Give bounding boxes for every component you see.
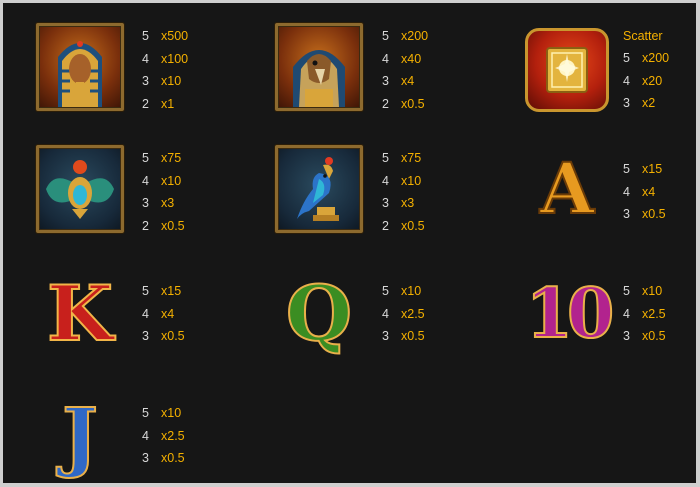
payout-row: 3 x0.5 [142,329,185,343]
payout-row: 3 x4 [382,74,415,88]
payout-row: 3 x10 [142,74,182,88]
book-scatter-payouts: Scatter 5 x200 4 x20 3 x2 [623,25,700,115]
bird-payouts: 5 x75 4 x10 3 x3 2 x0.5 [382,147,462,237]
payout-row: 4 x2.5 [142,428,185,443]
letter-j-symbol: J [34,390,126,482]
scatter-label: Scatter [623,29,663,43]
bird-statue-icon [275,145,363,233]
scarab-symbol [34,143,126,235]
letter-q-icon: Q [285,269,353,358]
letter-j-payouts: 5 x10 4 x2.5 3 x0.5 [142,402,222,470]
scarab-icon [36,145,124,233]
payout-row: 5 x10 [382,284,422,298]
payout-row: 4 x10 [142,173,182,188]
falcon-god-payouts: 5 x200 4 x40 3 x4 2 x0.5 [382,25,462,115]
number-10-symbol: 10 [521,268,616,360]
letter-j-icon: J [61,391,99,480]
payout-row: 5 x200 [382,29,429,43]
bird-symbol [273,143,365,235]
payout-row: 4 x2.5 [382,306,425,321]
pharaoh-icon [36,23,124,111]
book-scatter-symbol [521,24,613,116]
payout-row: 5 x10 [142,406,182,420]
payout-row: 3 x3 [142,196,175,210]
paytable-panel: 5 x500 4 x100 3 x10 2 x1 5 x200 4 x40 3 x4 2 x0.… [3,3,696,483]
scarab-payouts: 5 x75 4 x10 3 x3 2 x0.5 [142,147,222,237]
payout-row: 4 x10 [382,173,422,188]
payout-row: 5 x500 [142,29,189,43]
number-10-icon: 10 [525,274,616,354]
payout-row: 4 x4 [142,306,175,321]
payout-row: 4 x100 [142,51,189,66]
payout-row: 4 x40 [382,51,422,66]
payout-row: 5 x15 [623,162,663,176]
payout-row: 4 x20 [623,73,663,88]
payout-row: 2 x0.5 [142,218,185,233]
payout-row: 3 x2 [623,96,656,110]
payout-row: 3 x0.5 [142,451,185,465]
payout-row: 3 x3 [382,196,415,210]
payout-row: 4 x4 [623,184,656,199]
payout-row: 4 x2.5 [623,306,666,321]
letter-k-payouts: 5 x15 4 x4 3 x0.5 [142,280,222,348]
payout-row: 5 x75 [142,151,182,165]
letter-a-symbol: A [521,143,613,235]
payout-row: 5 x15 [142,284,182,298]
falcon-god-symbol [273,21,365,113]
pharaoh-payouts: 5 x500 4 x100 3 x10 2 x1 [142,25,222,115]
letter-k-symbol: K [34,268,126,360]
payout-row: 3 x0.5 [623,329,666,343]
horus-icon [275,23,363,111]
letter-a-payouts: 5 x15 4 x4 3 x0.5 [623,158,700,226]
payout-row: 5 x200 [623,51,670,65]
letter-a-icon: A [539,147,595,230]
payout-row: 3 x0.5 [623,207,666,221]
letter-q-payouts: 5 x10 4 x2.5 3 x0.5 [382,280,462,348]
payout-row: 2 x1 [142,96,175,111]
letter-k-icon: K [46,269,114,358]
letter-q-symbol: Q [273,268,365,360]
pharaoh-symbol [34,21,126,113]
payout-row: 2 x0.5 [382,96,425,111]
payout-row: 3 x0.5 [382,329,425,343]
number-10-payouts: 5 x10 4 x2.5 3 x0.5 [623,280,700,348]
payout-row: 5 x10 [623,284,663,298]
payout-row: 2 x0.5 [382,218,425,233]
payout-row: 5 x75 [382,151,422,165]
book-scatter-icon [525,28,609,112]
